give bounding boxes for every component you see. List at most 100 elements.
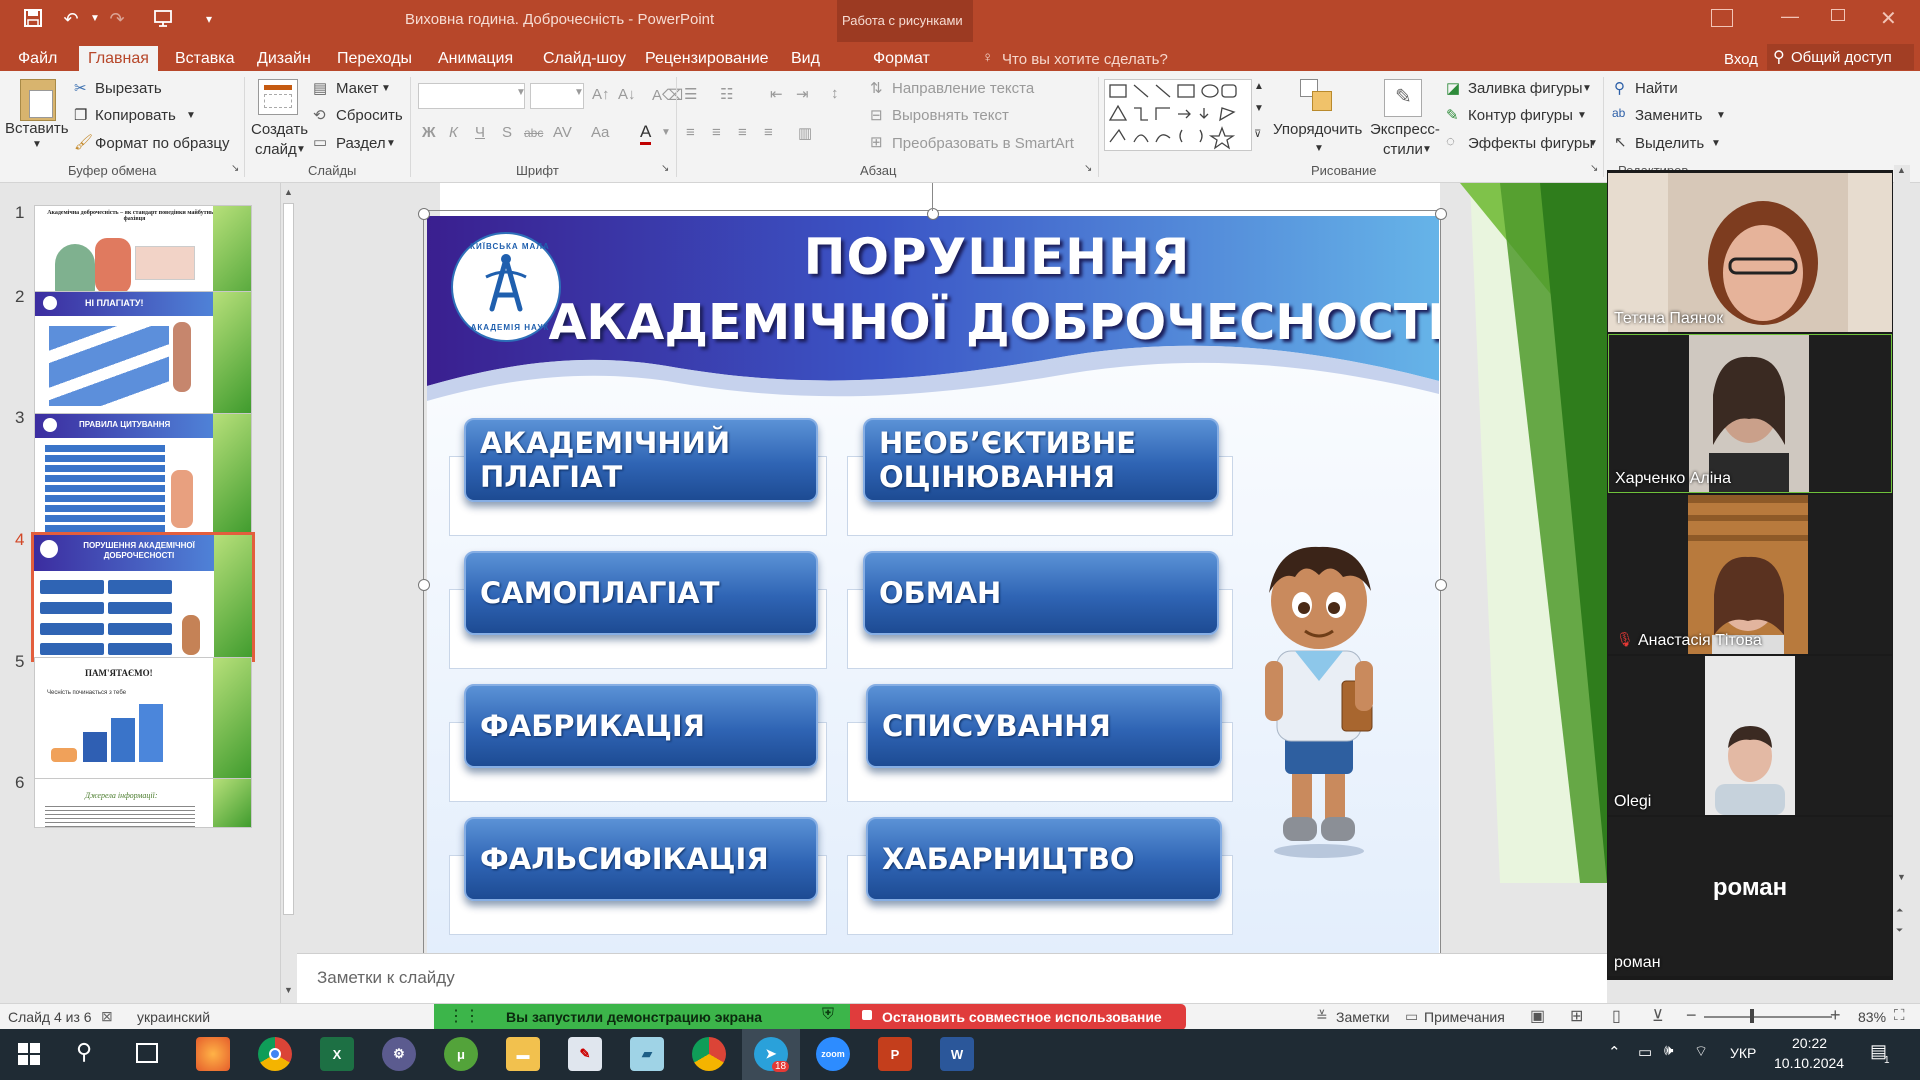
replace-dropdown-icon[interactable]: ▼	[1716, 110, 1726, 121]
slide-thumbnail-5[interactable]: ПАМ'ЯТАЄМО! Чесність починається з тебе	[34, 657, 252, 781]
paste-icon[interactable]	[20, 79, 56, 121]
participant-tile[interactable]: Olegi	[1608, 656, 1892, 815]
powerpoint-icon[interactable]: P	[878, 1037, 912, 1071]
section-dropdown-icon[interactable]: ▼	[386, 138, 396, 149]
arrange-icon[interactable]	[1300, 79, 1336, 115]
share-button[interactable]: ⚲ Общий доступ	[1767, 44, 1914, 70]
numbering-icon[interactable]: ☷	[720, 85, 733, 103]
align-text-button[interactable]: Выровнять текст	[892, 107, 1009, 124]
slideshow-view-icon[interactable]: ⊻	[1652, 1006, 1664, 1026]
next-slide-icon[interactable]: ⏷	[1896, 925, 1903, 936]
paste-button[interactable]: Вставить	[5, 120, 69, 137]
quick-styles-icon[interactable]: ✎	[1384, 79, 1422, 117]
copy-button[interactable]: Копировать	[95, 107, 176, 124]
resize-handle[interactable]	[1435, 579, 1447, 591]
replace-button[interactable]: Заменить	[1635, 107, 1702, 124]
char-spacing-button[interactable]: AV	[553, 124, 572, 141]
file-explorer-icon[interactable]: ▬	[506, 1037, 540, 1071]
font-name-input[interactable]	[418, 83, 525, 109]
shape-outline-dropdown-icon[interactable]: ▼	[1577, 110, 1587, 121]
arrange-button[interactable]: Упорядочить	[1273, 121, 1362, 138]
font-color-dropdown-icon[interactable]: ▼	[661, 127, 671, 138]
bold-button[interactable]: Ж	[422, 124, 436, 141]
copy-icon[interactable]: ❐	[74, 106, 87, 124]
underline-button[interactable]: Ч	[475, 124, 485, 141]
comments-button[interactable]: Примечания	[1424, 1009, 1505, 1025]
volume-icon[interactable]: 🕪	[1664, 1042, 1673, 1059]
previous-slide-icon[interactable]: ⏶	[1896, 905, 1903, 916]
section-button[interactable]: Раздел	[336, 135, 386, 152]
tab-view[interactable]: Вид	[785, 46, 826, 71]
new-slide-button[interactable]: Создать	[251, 121, 308, 138]
zoom-app-icon[interactable]: zoom	[816, 1037, 850, 1071]
redo-icon[interactable]: ↷	[106, 8, 128, 30]
firefox-icon[interactable]	[196, 1037, 230, 1071]
clock-time[interactable]: 20:22	[1792, 1035, 1827, 1051]
scrollbar-thumb[interactable]	[283, 203, 294, 915]
align-text-icon[interactable]: ⊟	[870, 106, 883, 124]
maximize-icon[interactable]	[1831, 9, 1845, 21]
notes-icon[interactable]: ≚	[1316, 1008, 1328, 1025]
font-launcher-icon[interactable]: ↘	[661, 163, 669, 174]
zoom-level[interactable]: 83%	[1858, 1009, 1886, 1025]
normal-view-icon[interactable]: ▣	[1530, 1006, 1545, 1026]
spellcheck-icon[interactable]: ⊠	[101, 1008, 113, 1025]
change-case-button[interactable]: Aa	[591, 124, 609, 141]
utorrent-icon[interactable]: μ	[444, 1037, 478, 1071]
network-icon[interactable]: ⌔	[1694, 1042, 1708, 1061]
zoom-slider[interactable]	[1704, 1016, 1832, 1018]
scroll-down-icon[interactable]: ▼	[284, 985, 293, 995]
shapes-scroll-down-icon[interactable]: ▼	[1254, 103, 1264, 114]
fit-to-window-icon[interactable]: ⛶	[1894, 1007, 1905, 1024]
app-icon[interactable]: ⚙	[382, 1037, 416, 1071]
font-name-dropdown-icon[interactable]: ▼	[516, 87, 526, 98]
input-language[interactable]: УКР	[1730, 1045, 1756, 1061]
shape-fill-dropdown-icon[interactable]: ▼	[1582, 83, 1592, 94]
comments-icon[interactable]: ▭	[1405, 1008, 1418, 1025]
shapes-gallery[interactable]	[1104, 79, 1252, 151]
font-size-dropdown-icon[interactable]: ▼	[574, 87, 584, 98]
tab-slideshow[interactable]: Слайд-шоу	[537, 46, 632, 71]
slide-thumbnail-6[interactable]: Джерела інформації:	[34, 778, 252, 828]
notes-pane[interactable]: Заметки к слайду	[297, 953, 1607, 1003]
scroll-down-icon[interactable]: ▼	[1897, 872, 1906, 882]
resize-handle[interactable]	[927, 208, 939, 220]
justify-icon[interactable]: ≡	[764, 124, 773, 141]
text-direction-button[interactable]: Направление текста	[892, 80, 1034, 97]
search-icon[interactable]: ⚲	[76, 1039, 92, 1065]
participant-tile[interactable]: Тетяна Паянок	[1608, 173, 1892, 332]
scroll-up-icon[interactable]: ▲	[284, 187, 293, 197]
line-spacing-icon[interactable]: ↕	[831, 85, 839, 102]
new-slide-label-2[interactable]: слайд	[255, 141, 297, 158]
clear-formatting-icon[interactable]: A⌫	[652, 86, 683, 104]
zoom-out-icon[interactable]: −	[1686, 1005, 1697, 1026]
quick-styles-dropdown-icon[interactable]: ▼	[1422, 144, 1432, 155]
tab-insert[interactable]: Вставка	[169, 46, 240, 71]
columns-icon[interactable]: ▥	[798, 124, 812, 142]
layout-button[interactable]: Макет	[336, 80, 378, 97]
tab-review[interactable]: Рецензирование	[639, 46, 775, 71]
format-painter-button[interactable]: Формат по образцу	[95, 135, 230, 152]
italic-button[interactable]: К	[449, 124, 458, 141]
slide-thumbnail-2[interactable]: НІ ПЛАГІАТУ!	[34, 291, 252, 415]
drawing-launcher-icon[interactable]: ↘	[1590, 163, 1598, 174]
resize-handle[interactable]	[1435, 208, 1447, 220]
customize-qat-icon[interactable]: ▾	[198, 8, 220, 30]
start-slideshow-icon[interactable]	[152, 8, 174, 30]
strikethrough-button[interactable]: abc	[524, 126, 543, 140]
layout-dropdown-icon[interactable]: ▼	[381, 83, 391, 94]
layout-icon[interactable]: ▤	[313, 79, 327, 97]
show-hidden-icons[interactable]: ⌃	[1608, 1043, 1621, 1061]
tell-me-input[interactable]: Что вы хотите сделать?	[1002, 51, 1168, 68]
text-shadow-button[interactable]: S	[502, 124, 512, 141]
chrome-icon[interactable]	[258, 1037, 292, 1071]
reset-button[interactable]: Сбросить	[336, 107, 403, 124]
slide-thumbnail-4[interactable]: ПОРУШЕННЯ АКАДЕМІЧНОЇ ДОБРОЧЕСНОСТІ	[31, 532, 255, 662]
find-icon[interactable]: ⚲	[1614, 79, 1625, 97]
ribbon-display-options-icon[interactable]	[1711, 9, 1733, 27]
grow-font-icon[interactable]: A↑	[592, 86, 610, 103]
zoom-in-icon[interactable]: +	[1830, 1005, 1841, 1026]
chrome-profile-icon[interactable]	[692, 1037, 726, 1071]
cut-icon[interactable]: ✂	[74, 79, 87, 97]
text-direction-icon[interactable]: ⇅	[870, 79, 883, 97]
